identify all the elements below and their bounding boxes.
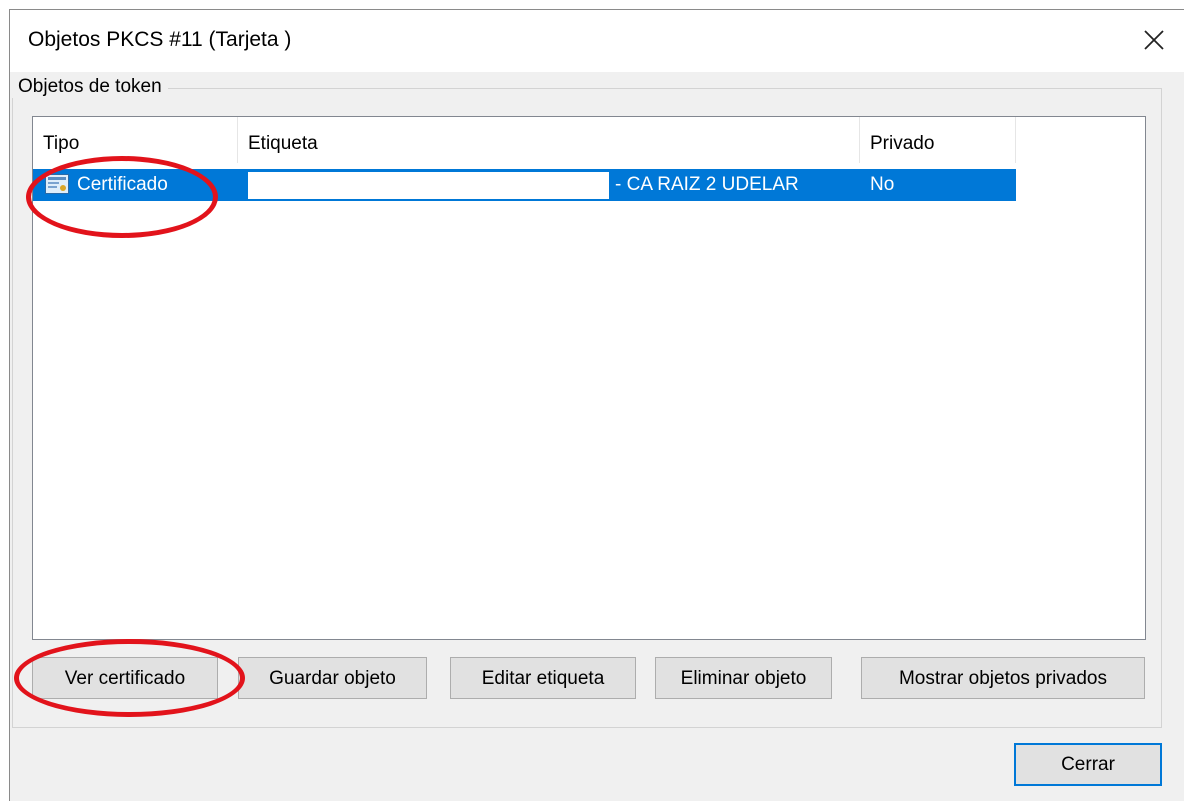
save-object-button[interactable]: Guardar objeto: [238, 657, 427, 699]
column-header-etiqueta[interactable]: Etiqueta: [238, 117, 860, 163]
close-icon: [1144, 30, 1164, 50]
redacted-label-block: [248, 172, 609, 199]
close-button[interactable]: [1134, 20, 1174, 60]
annotation-circle-view-button: [14, 639, 245, 717]
delete-object-button[interactable]: Eliminar objeto: [655, 657, 832, 699]
column-header-privado[interactable]: Privado: [860, 117, 1016, 163]
close-dialog-button[interactable]: Cerrar: [1014, 743, 1162, 786]
window-title: Objetos PKCS #11 (Tarjeta ): [28, 28, 292, 51]
title-bar: Objetos PKCS #11 (Tarjeta ): [10, 10, 1184, 72]
annotation-circle-certificate: [26, 156, 218, 238]
show-private-objects-button[interactable]: Mostrar objetos privados: [861, 657, 1145, 699]
list-header: Tipo Etiqueta Privado: [33, 117, 1145, 163]
row-etiqueta-text: - CA RAIZ 2 UDELAR: [615, 174, 799, 195]
groupbox-label: Objetos de token: [12, 76, 168, 98]
edit-label-button[interactable]: Editar etiqueta: [450, 657, 636, 699]
row-privado-text: No: [870, 174, 895, 195]
